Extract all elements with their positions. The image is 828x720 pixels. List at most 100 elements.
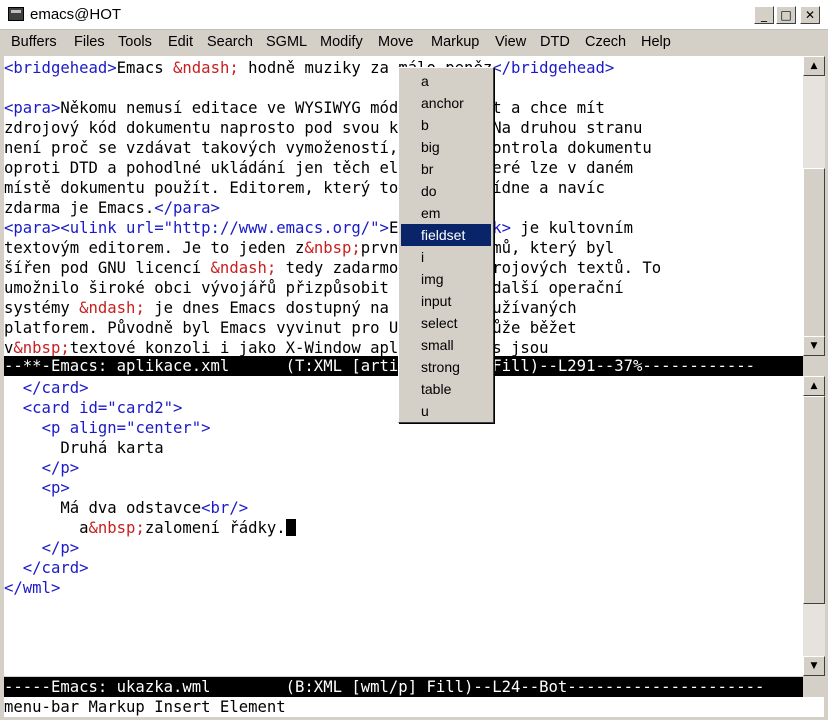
minimize-button[interactable]: _ (754, 6, 774, 24)
popup-item-fieldset[interactable]: fieldset (401, 224, 491, 246)
bottom-mode-line: -----Emacs: ukazka.wml (B:XML [wml/p] Fi… (4, 677, 803, 697)
title-bar[interactable]: emacs@HOT _ □ ✕ (0, 0, 828, 30)
menu-czech[interactable]: Czech (585, 34, 626, 50)
xml-tag: <br/> (201, 499, 249, 517)
menu-help[interactable]: Help (641, 34, 671, 50)
popup-item-small[interactable]: small (401, 334, 491, 356)
xml-tag: <bridgehead> (4, 59, 117, 77)
code-line[interactable]: </p> (4, 538, 80, 558)
code-line[interactable]: oproti DTD a pohodlné ukládání jen těch … (4, 158, 633, 178)
menu-tools[interactable]: Tools (118, 34, 152, 50)
minibuffer[interactable]: menu-bar Markup Insert Element (4, 697, 824, 717)
popup-item-select[interactable]: select (401, 312, 491, 334)
xml-tag: > (201, 419, 211, 437)
bottom-scroll-thumb[interactable] (803, 396, 825, 604)
code-line[interactable]: </wml> (4, 578, 60, 598)
entity-reference: &nbsp; (13, 339, 70, 356)
text-run: není proč se vzdávat takových vymoženost… (4, 139, 652, 157)
menu-view[interactable]: View (495, 34, 526, 50)
text-run (4, 399, 23, 417)
code-line[interactable]: <para><ulink url="http://www.emacs.org/"… (4, 218, 633, 238)
menu-sgml[interactable]: SGML (266, 34, 307, 50)
code-line[interactable]: </card> (4, 378, 89, 398)
entity-reference: &ndash; (173, 59, 239, 77)
xml-tag: > (173, 399, 183, 417)
xml-tag: <p align= (41, 419, 127, 437)
attribute-value: "card2" (107, 399, 173, 417)
xml-tag: <p> (41, 479, 70, 497)
xml-tag: </wml> (4, 579, 61, 597)
entity-reference: &nbsp; (304, 239, 361, 257)
text-run: je dnes Emacs dostupný na většině použív… (144, 299, 577, 317)
text-run: Někomu nemusí editace ve WYSIWYG módu vy… (60, 99, 605, 117)
code-line[interactable]: místě dokumentu použít. Editorem, který … (4, 178, 605, 198)
code-line[interactable]: není proč se vzdávat takových vymoženost… (4, 138, 652, 158)
xml-tag: <para> (4, 99, 61, 117)
popup-item-do[interactable]: do (401, 180, 491, 202)
code-line[interactable]: <p> (4, 478, 70, 498)
popup-item-br[interactable]: br (401, 158, 491, 180)
menu-edit[interactable]: Edit (168, 34, 193, 50)
popup-item-i[interactable]: i (401, 246, 491, 268)
entity-reference: &ndash; (210, 259, 277, 277)
text-run: je kultovním (511, 219, 634, 237)
code-line[interactable]: a&nbsp;zalomení řádky. (4, 518, 296, 538)
code-line[interactable]: zdarma je Emacs.</para> (4, 198, 220, 218)
xml-tag: > (379, 219, 389, 237)
popup-item-strong[interactable]: strong (401, 356, 491, 378)
menu-bar: Buffers Files Tools Edit Search SGML Mod… (0, 30, 828, 55)
text-run: zalomení řádky. (144, 519, 286, 537)
popup-item-img[interactable]: img (401, 268, 491, 290)
code-line[interactable]: </p> (4, 458, 80, 478)
popup-item-em[interactable]: em (401, 202, 491, 224)
code-line[interactable]: textovým editorem. Je to jeden z&nbsp;pr… (4, 238, 614, 258)
text-run: v (4, 339, 14, 356)
code-line[interactable]: <bridgehead>Emacs &ndash; hodně muziky z… (4, 58, 614, 78)
code-line[interactable]: Druhá karta (4, 438, 163, 458)
popup-item-anchor[interactable]: anchor (401, 92, 491, 114)
text-run: Má dva odstavce (4, 499, 202, 517)
code-line[interactable]: <p align="center"> (4, 418, 211, 438)
text-run (4, 459, 42, 477)
code-line[interactable]: zdrojový kód dokumentu naprosto pod svou… (4, 118, 642, 138)
text-cursor (285, 519, 296, 536)
code-line[interactable]: Má dva odstavce<br/> (4, 498, 248, 518)
bottom-scrollbar[interactable]: ▲ ▼ (803, 376, 825, 676)
scroll-up-icon[interactable]: ▲ (803, 56, 825, 76)
scroll-up-icon[interactable]: ▲ (803, 376, 825, 396)
code-line[interactable]: šířen pod GNU licencí &ndash; tedy zadar… (4, 258, 661, 278)
text-run: umožnilo široké obci vývojářů přizpůsobi… (4, 279, 624, 297)
popup-item-a[interactable]: a (401, 70, 491, 92)
xml-tag: </bridgehead> (492, 59, 615, 77)
text-run (4, 419, 42, 437)
menu-files[interactable]: Files (74, 34, 105, 50)
popup-item-u[interactable]: u (401, 400, 491, 422)
menu-buffers[interactable]: Buffers (11, 34, 57, 50)
text-run: Emacs (116, 59, 174, 77)
code-line[interactable]: <card id="card2"> (4, 398, 183, 418)
menu-move[interactable]: Move (378, 34, 413, 50)
entity-reference: &nbsp; (88, 519, 145, 537)
code-line[interactable]: umožnilo široké obci vývojářů přizpůsobi… (4, 278, 624, 298)
close-button[interactable]: ✕ (800, 6, 820, 24)
top-scrollbar[interactable]: ▲ ▼ (803, 56, 825, 356)
scroll-down-icon[interactable]: ▼ (803, 656, 825, 676)
popup-item-table[interactable]: table (401, 378, 491, 400)
popup-item-big[interactable]: big (401, 136, 491, 158)
window-title: emacs@HOT (30, 6, 122, 23)
popup-item-b[interactable]: b (401, 114, 491, 136)
menu-dtd[interactable]: DTD (540, 34, 570, 50)
maximize-button[interactable]: □ (776, 6, 796, 24)
text-run: oproti DTD a pohodlné ukládání jen těch … (4, 159, 634, 177)
menu-search[interactable]: Search (207, 34, 253, 50)
menu-markup[interactable]: Markup (431, 34, 479, 50)
text-run: místě dokumentu použít. Editorem, který … (4, 179, 605, 197)
top-scroll-thumb[interactable] (803, 168, 825, 338)
menu-modify[interactable]: Modify (320, 34, 363, 50)
code-line[interactable]: </card> (4, 558, 89, 578)
xml-tag: </para> (154, 199, 220, 217)
code-line[interactable]: <para>Někomu nemusí editace ve WYSIWYG m… (4, 98, 605, 118)
xml-tag: </card> (22, 379, 89, 397)
popup-item-input[interactable]: input (401, 290, 491, 312)
scroll-down-icon[interactable]: ▼ (803, 336, 825, 356)
